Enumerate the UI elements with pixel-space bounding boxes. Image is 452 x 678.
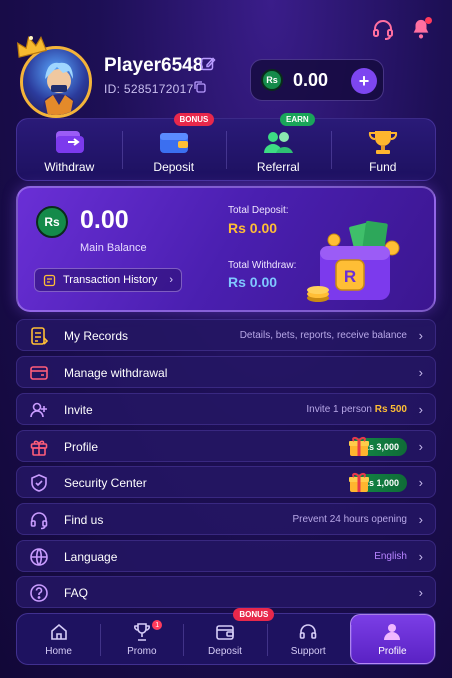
notification-button[interactable] xyxy=(406,14,436,44)
gift-icon xyxy=(30,440,48,456)
main-balance-amount: 0.00 xyxy=(80,206,129,234)
menu-label: My Records xyxy=(64,329,129,343)
trophy-icon xyxy=(133,622,150,641)
bottom-nav: Home 1 Promo BONUS Deposit Support Profi… xyxy=(16,608,436,665)
card-icon xyxy=(30,366,48,380)
menu-hint: Details, bets, reports, receive balance xyxy=(239,330,407,341)
menu-item-security-center[interactable]: Security Center Rs 1,000 › xyxy=(16,466,436,498)
wallet-icon xyxy=(159,133,188,153)
support-button[interactable] xyxy=(368,14,398,44)
users-icon xyxy=(264,132,294,153)
fund-button[interactable]: Fund xyxy=(330,119,436,180)
menu-item-find-us[interactable]: Find us Prevent 24 hours opening › xyxy=(16,503,436,535)
chevron-right-icon: › xyxy=(418,549,423,564)
wallet-illustration-icon: R xyxy=(307,220,400,302)
nav-label: Support xyxy=(290,645,326,657)
total-withdraw-amount: Rs 0.00 xyxy=(228,274,278,290)
quick-actions: Withdraw BONUS Deposit EARN Referral Fun… xyxy=(16,113,436,181)
total-deposit-label: Total Deposit: xyxy=(228,205,289,216)
transaction-history-label: Transaction History xyxy=(63,274,158,286)
header-balance: Rs 0.00 + xyxy=(250,59,384,101)
chevron-right-icon: › xyxy=(418,439,423,454)
copy-icon[interactable] xyxy=(194,81,206,93)
menu-item-profile[interactable]: Profile Rs 3,000 › xyxy=(16,430,436,462)
nav-deposit[interactable]: BONUS Deposit xyxy=(183,608,275,664)
headset-icon xyxy=(299,623,317,639)
invite-icon xyxy=(30,402,47,418)
transaction-history-button[interactable]: Transaction History › xyxy=(34,268,182,292)
nav-profile[interactable]: Profile xyxy=(349,614,436,664)
player-name: Player6548 xyxy=(104,55,204,76)
nav-label: Promo xyxy=(127,645,157,657)
menu-label: Find us xyxy=(64,513,104,527)
chevron-right-icon: › xyxy=(418,402,423,417)
gift-box-icon xyxy=(349,437,369,456)
menu-item-faq[interactable]: FAQ › xyxy=(16,576,436,608)
gift-box-icon xyxy=(349,473,369,492)
nav-label: Deposit xyxy=(208,645,242,657)
add-funds-button[interactable]: + xyxy=(351,68,377,94)
main-balance-label: Main Balance xyxy=(80,242,147,254)
records-icon xyxy=(31,327,49,345)
notification-dot xyxy=(425,17,432,24)
menu-label: Language xyxy=(64,550,118,564)
history-icon xyxy=(43,274,56,287)
trophy-icon xyxy=(368,131,397,154)
chevron-right-icon: › xyxy=(418,328,423,343)
headset-icon xyxy=(373,20,393,40)
deposit-button[interactable]: BONUS Deposit xyxy=(121,113,227,180)
user-icon xyxy=(384,623,401,640)
wallet-transfer-icon xyxy=(56,131,85,153)
shield-icon xyxy=(31,474,47,492)
total-deposit-amount: Rs 0.00 xyxy=(228,220,278,236)
menu-label: Profile xyxy=(64,440,99,454)
rupee-icon: Rs xyxy=(261,69,283,91)
player-id: ID: 5285172017 xyxy=(104,82,194,96)
menu-label: Invite xyxy=(64,403,93,417)
main-balance-rupee-icon: Rs xyxy=(36,206,68,238)
total-withdraw-label: Total Withdraw: xyxy=(228,260,297,271)
invite-reward-amount: Rs 500 xyxy=(374,404,407,415)
menu-label: Manage withdrawal xyxy=(64,366,168,380)
nav-label: Home xyxy=(45,645,72,657)
question-icon xyxy=(30,584,48,602)
header-balance-amount: 0.00 xyxy=(293,70,329,90)
crown-icon xyxy=(16,35,48,58)
nav-promo[interactable]: 1 Promo xyxy=(100,614,183,664)
menu-label: FAQ xyxy=(64,586,89,600)
chevron-right-icon: › xyxy=(418,475,423,490)
bonus-badge: BONUS xyxy=(173,113,215,126)
avatar[interactable] xyxy=(16,35,94,118)
menu-item-invite[interactable]: Invite Invite 1 person Rs 500 › xyxy=(16,393,436,425)
referral-label: Referral xyxy=(256,160,300,174)
chevron-right-icon: › xyxy=(418,585,423,600)
earn-badge: EARN xyxy=(280,113,315,126)
withdraw-label: Withdraw xyxy=(44,160,95,174)
headset-icon xyxy=(30,512,48,530)
menu-hint: Invite 1 person Rs 500 xyxy=(306,404,407,415)
withdraw-button[interactable]: Withdraw xyxy=(17,119,122,180)
menu-item-my-records[interactable]: My Records Details, bets, reports, recei… xyxy=(16,319,436,351)
menu-hint: Prevent 24 hours opening xyxy=(292,514,407,525)
globe-icon xyxy=(30,548,48,566)
nav-label: Profile xyxy=(378,645,407,657)
promo-count-badge: 1 xyxy=(152,620,163,630)
menu-label: Security Center xyxy=(64,476,147,490)
fund-label: Fund xyxy=(369,160,397,174)
home-icon xyxy=(50,623,67,640)
chevron-right-icon: › xyxy=(169,274,173,286)
language-value: English xyxy=(374,551,407,562)
chevron-right-icon: › xyxy=(418,512,423,527)
chevron-right-icon: › xyxy=(418,365,423,380)
nav-support[interactable]: Support xyxy=(266,614,350,664)
menu-item-manage-withdrawal[interactable]: Manage withdrawal › xyxy=(16,356,436,388)
wallet-logo-letter: R xyxy=(344,267,356,286)
nav-home[interactable]: Home xyxy=(17,614,100,664)
referral-button[interactable]: EARN Referral xyxy=(226,113,331,180)
menu-item-language[interactable]: Language English › xyxy=(16,540,436,572)
wallet-icon xyxy=(216,624,234,640)
edit-icon[interactable] xyxy=(200,56,216,72)
deposit-label: Deposit xyxy=(153,160,195,174)
